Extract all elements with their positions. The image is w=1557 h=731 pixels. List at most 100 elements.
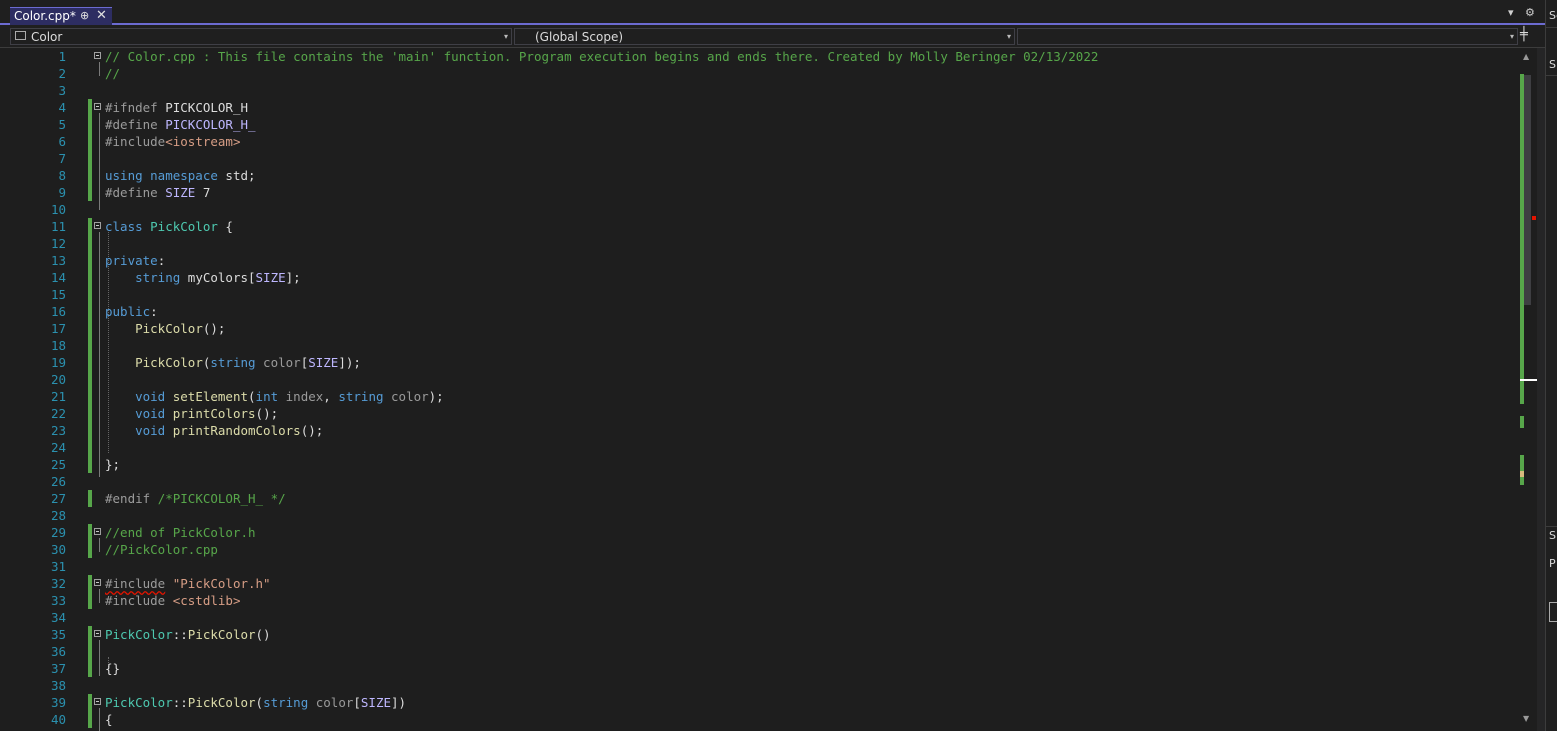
- code-line[interactable]: 37 {}: [0, 660, 1515, 677]
- code-text: #include<iostream>: [105, 133, 240, 150]
- code-line[interactable]: 26: [0, 473, 1515, 490]
- code-line[interactable]: 21 void setElement(int index, string col…: [0, 388, 1515, 405]
- code-line[interactable]: 6 #include<iostream>: [0, 133, 1515, 150]
- panel-icon[interactable]: [1549, 602, 1557, 622]
- code-line[interactable]: 3: [0, 82, 1515, 99]
- collapse-icon[interactable]: [94, 579, 101, 586]
- code-line[interactable]: 15: [0, 286, 1515, 303]
- code-line[interactable]: 34: [0, 609, 1515, 626]
- code-line[interactable]: 22 void printColors();: [0, 405, 1515, 422]
- code-line[interactable]: 39 PickColor::PickColor(string color[SIZE…: [0, 694, 1515, 711]
- line-number: 4: [58, 100, 66, 115]
- panel-item[interactable]: S: [1549, 58, 1556, 71]
- project-dropdown[interactable]: Color ▾: [10, 28, 512, 45]
- panel-title[interactable]: S: [1549, 529, 1556, 542]
- change-bar: [88, 354, 92, 371]
- code-line[interactable]: 35 PickColor::PickColor(): [0, 626, 1515, 643]
- code-token: 7: [195, 185, 211, 200]
- change-bar: [88, 337, 92, 354]
- code-line[interactable]: 5 #define PICKCOLOR_H_: [0, 116, 1515, 133]
- code-line[interactable]: 18: [0, 337, 1515, 354]
- code-text: //: [105, 65, 120, 82]
- code-line[interactable]: 17 PickColor();: [0, 320, 1515, 337]
- code-editor[interactable]: 1 // Color.cpp : This file contains the '…: [0, 48, 1520, 731]
- code-line[interactable]: 1 // Color.cpp : This file contains the '…: [0, 48, 1515, 65]
- member-dropdown[interactable]: ▾: [1017, 28, 1518, 45]
- code-line[interactable]: 14 string myColors[SIZE];: [0, 269, 1515, 286]
- split-window-icon[interactable]: ╪: [1520, 27, 1528, 42]
- code-text: #define SIZE 7: [105, 184, 210, 201]
- code-line[interactable]: 32 #include "PickColor.h": [0, 575, 1515, 592]
- close-icon[interactable]: ✕: [96, 8, 107, 23]
- code-line[interactable]: 19 PickColor(string color[SIZE]);: [0, 354, 1515, 371]
- code-line[interactable]: 8 using namespace std;: [0, 167, 1515, 184]
- tab-color-cpp[interactable]: Color.cpp* ⊕ ✕: [10, 7, 112, 25]
- warning-marker: [1520, 471, 1524, 477]
- code-token: #define: [105, 117, 166, 132]
- code-token: (: [248, 389, 256, 404]
- change-bar: [88, 320, 92, 337]
- scroll-up-arrow-icon[interactable]: ▲: [1523, 52, 1529, 61]
- code-line[interactable]: 23 void printRandomColors();: [0, 422, 1515, 439]
- code-line[interactable]: 36: [0, 643, 1515, 660]
- code-line[interactable]: 20: [0, 371, 1515, 388]
- code-line[interactable]: 9 #define SIZE 7: [0, 184, 1515, 201]
- line-number: 37: [50, 661, 66, 676]
- code-line[interactable]: 24: [0, 439, 1515, 456]
- code-token: SIZE: [308, 355, 339, 370]
- code-line[interactable]: 29 //end of PickColor.h: [0, 524, 1515, 541]
- line-number: 6: [58, 134, 66, 149]
- code-line[interactable]: 10: [0, 201, 1515, 218]
- code-line[interactable]: 13 private:: [0, 252, 1515, 269]
- collapse-icon[interactable]: [94, 528, 101, 535]
- right-edge-strip: [1537, 0, 1545, 731]
- code-line[interactable]: 31: [0, 558, 1515, 575]
- code-line[interactable]: 38: [0, 677, 1515, 694]
- collapse-icon[interactable]: [94, 698, 101, 705]
- code-line[interactable]: 27 #endif /*PICKCOLOR_H_ */: [0, 490, 1515, 507]
- code-line[interactable]: 33 #include <cstdlib>: [0, 592, 1515, 609]
- code-token: PICKCOLOR_H: [165, 100, 249, 115]
- code-token: string: [338, 389, 384, 404]
- code-text: #include <cstdlib>: [105, 592, 240, 609]
- code-line[interactable]: 28: [0, 507, 1515, 524]
- code-line[interactable]: 2 //: [0, 65, 1515, 82]
- change-bar: [88, 218, 92, 235]
- line-number: 10: [50, 202, 66, 217]
- code-token: SIZE: [255, 270, 286, 285]
- line-number: 36: [50, 644, 66, 659]
- code-token: string: [135, 270, 181, 285]
- panel-item[interactable]: P: [1549, 557, 1556, 570]
- tab-list-dropdown-icon[interactable]: ▾: [1508, 6, 1514, 19]
- code-text: void printColors();: [105, 405, 278, 422]
- code-line[interactable]: 25};: [0, 456, 1515, 473]
- scrollbar-thumb[interactable]: [1523, 75, 1531, 305]
- line-number: 27: [50, 491, 66, 506]
- project-icon: [15, 31, 26, 40]
- code-line[interactable]: 40 {: [0, 711, 1515, 728]
- pin-icon[interactable]: ⊕: [80, 9, 89, 22]
- scroll-down-arrow-icon[interactable]: ▼: [1523, 714, 1529, 723]
- code-line[interactable]: 12: [0, 235, 1515, 252]
- code-token: ::: [172, 627, 188, 642]
- change-bar: [88, 456, 92, 473]
- chevron-down-icon: ▾: [1006, 32, 1011, 41]
- change-marker: [1520, 455, 1524, 485]
- vertical-scrollbar[interactable]: ▲ ▼: [1520, 48, 1537, 731]
- gear-icon[interactable]: ⚙: [1525, 6, 1535, 19]
- code-text: // Color.cpp : This file contains the 'm…: [105, 48, 1098, 65]
- code-line[interactable]: 11 class PickColor {: [0, 218, 1515, 235]
- code-line[interactable]: 16 public:: [0, 303, 1515, 320]
- change-bar: [88, 388, 92, 405]
- line-number: 35: [50, 627, 66, 642]
- code-line[interactable]: 7: [0, 150, 1515, 167]
- code-line[interactable]: 4 #ifndef PICKCOLOR_H: [0, 99, 1515, 116]
- collapse-icon[interactable]: [94, 52, 101, 59]
- collapse-icon[interactable]: [94, 103, 101, 110]
- code-line[interactable]: 30 //PickColor.cpp: [0, 541, 1515, 558]
- collapse-icon[interactable]: [94, 630, 101, 637]
- collapse-icon[interactable]: [94, 222, 101, 229]
- panel-title[interactable]: Se: [1549, 9, 1557, 22]
- scope-dropdown[interactable]: (Global Scope) ▾: [514, 28, 1015, 45]
- change-bar: [88, 286, 92, 303]
